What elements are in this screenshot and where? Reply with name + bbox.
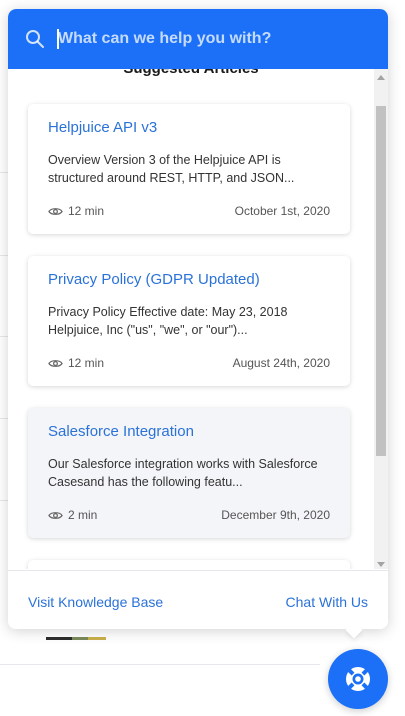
- chat-with-us-link[interactable]: Chat With Us: [286, 594, 368, 610]
- section-title: Suggested Articles: [8, 69, 374, 77]
- article-date: August 24th, 2020: [232, 356, 330, 370]
- article-date: December 9th, 2020: [221, 508, 330, 522]
- article-card-partial[interactable]: [28, 560, 350, 569]
- widget-footer: Visit Knowledge Base Chat With Us: [8, 570, 388, 629]
- background-divider: [0, 664, 320, 665]
- article-title[interactable]: Helpjuice API v3: [48, 119, 157, 136]
- article-date: October 1st, 2020: [234, 204, 330, 218]
- eye-icon: [48, 511, 63, 519]
- search-icon: [26, 30, 44, 48]
- read-time-label: 12 min: [68, 204, 105, 218]
- article-card[interactable]: Privacy Policy (GDPR Updated) Privacy Po…: [28, 256, 350, 386]
- article-card[interactable]: Salesforce Integration Our Salesforce in…: [28, 408, 350, 538]
- article-excerpt: Overview Version 3 of the Helpjuice API …: [48, 153, 295, 185]
- read-time: 2 min: [48, 508, 97, 522]
- article-title[interactable]: Salesforce Integration: [48, 423, 194, 440]
- text-cursor: [57, 29, 59, 49]
- read-time-label: 12 min: [68, 356, 105, 370]
- help-widget: Suggested Articles Helpjuice API v3 Over…: [8, 9, 388, 629]
- search-header: [8, 9, 388, 69]
- visit-knowledge-base-link[interactable]: Visit Knowledge Base: [28, 594, 163, 610]
- article-card[interactable]: Helpjuice API v3 Overview Version 3 of t…: [28, 104, 350, 234]
- scrollbar-thumb[interactable]: [376, 106, 386, 456]
- article-excerpt: Our Salesforce integration works with Sa…: [48, 457, 318, 489]
- eye-icon: [48, 207, 63, 215]
- scroll-up-arrow-icon[interactable]: [377, 75, 385, 80]
- search-input[interactable]: [58, 23, 358, 55]
- help-launcher-button[interactable]: [328, 649, 388, 709]
- lifebuoy-icon: [346, 667, 370, 691]
- read-time: 12 min: [48, 356, 104, 370]
- scroll-down-arrow-icon[interactable]: [377, 562, 385, 567]
- scrollbar[interactable]: [374, 69, 388, 569]
- suggested-articles-list[interactable]: Suggested Articles Helpjuice API v3 Over…: [8, 69, 374, 569]
- article-title[interactable]: Privacy Policy (GDPR Updated): [48, 271, 260, 288]
- article-excerpt: Privacy Policy Effective date: May 23, 2…: [48, 305, 288, 337]
- read-time-label: 2 min: [68, 508, 98, 522]
- read-time: 12 min: [48, 204, 104, 218]
- eye-icon: [48, 359, 63, 367]
